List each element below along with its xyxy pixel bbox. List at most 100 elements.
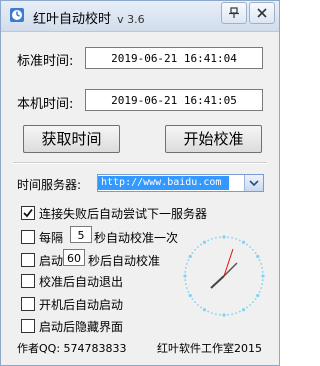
clock-tick (258, 259, 261, 262)
server-label: 时间服务器: (17, 178, 82, 192)
local-time-label: 本机时间: (17, 97, 74, 112)
standard-time-field[interactable]: 2019-06-21 16:41:04 (85, 47, 263, 69)
clock-tick (261, 279, 264, 281)
clock-tick (207, 310, 210, 313)
hide-ui-label: 启动后隐藏界面 (39, 320, 124, 334)
clock-tick (202, 240, 207, 244)
clock-tick (184, 279, 187, 281)
dropdown-button[interactable] (244, 175, 263, 191)
pin-button[interactable] (221, 2, 247, 24)
interval-prefix: 每隔 (39, 231, 64, 245)
clock-tick (222, 235, 226, 239)
interval-seconds-input[interactable]: 5 (70, 226, 92, 243)
clock-tick (188, 254, 192, 259)
clock-tick (184, 271, 187, 273)
exit-after-label: 校准后自动退出 (39, 275, 124, 289)
server-select[interactable]: http://www.baidu.com (97, 174, 264, 192)
clock-tick (249, 304, 251, 306)
hide-ui-checkbox[interactable] (21, 319, 35, 333)
clock-tick (207, 239, 210, 242)
clock-tick (260, 263, 262, 265)
clock-tick (254, 298, 257, 300)
clock-tick (227, 236, 229, 239)
hour-hand (210, 275, 225, 289)
clock-tick (191, 252, 194, 254)
clock-tick (186, 287, 188, 289)
fetch-time-button[interactable]: 获取时间 (23, 125, 120, 153)
clock-tick (219, 236, 221, 239)
title-bar[interactable]: 红叶自动校时 v 3.6 (1, 1, 279, 32)
clock-tick (238, 310, 241, 313)
startup-seconds-input[interactable]: 60 (63, 249, 85, 266)
clock-tick (258, 290, 261, 293)
author-qq: 作者QQ: 574783833 (17, 342, 127, 355)
clock-tick (188, 293, 192, 298)
window-title: 红叶自动校时 v 3.6 (33, 8, 145, 27)
startup-prefix: 启动 (39, 254, 64, 268)
clock-tick (256, 254, 260, 259)
clock-tick (238, 239, 241, 242)
clock-tick (194, 301, 196, 303)
clock-tick (202, 308, 207, 312)
clock-tick (231, 313, 234, 316)
clock-tick (187, 259, 190, 262)
interval-suffix: 秒自动校准一次 (94, 231, 179, 245)
clock-tick (222, 313, 226, 317)
clock-tick (200, 243, 202, 246)
clock-tick (211, 238, 213, 240)
clock-tick (249, 246, 251, 248)
autostart-checkbox[interactable] (21, 297, 35, 311)
clock-tick (227, 313, 229, 316)
clock-tick (184, 283, 187, 286)
failover-checkbox[interactable] (21, 206, 35, 220)
clock-tick (254, 252, 257, 254)
clock-tick (256, 293, 260, 298)
clock-tick (194, 249, 196, 251)
clock-tick (261, 274, 265, 278)
app-version: v 3.6 (117, 13, 145, 26)
clock-tick (231, 236, 234, 239)
divider (13, 162, 267, 164)
clock-tick (211, 312, 213, 314)
exit-after-checkbox[interactable] (21, 274, 35, 288)
startup-delay-checkbox[interactable] (21, 253, 35, 267)
start-calibrate-button[interactable]: 开始校准 (165, 125, 262, 153)
clock-tick (186, 263, 188, 265)
clock-tick (246, 243, 248, 246)
clock-tick (252, 301, 254, 303)
interval-checkbox[interactable] (21, 230, 35, 244)
clock-tick (219, 313, 221, 316)
app-window: 红叶自动校时 v 3.6 标准时间: 2019-06-21 16:41:04 本… (0, 0, 280, 366)
clock-icon (181, 233, 267, 322)
failover-label: 连接失败后自动尝试下一服务器 (39, 207, 208, 221)
clock-tick (235, 312, 237, 314)
close-button[interactable] (249, 2, 275, 24)
clock-tick (191, 298, 194, 300)
server-selected-value: http://www.baidu.com (98, 176, 229, 190)
clock-tick (183, 274, 187, 278)
clock-tick (261, 266, 264, 269)
clock-tick (187, 290, 190, 293)
app-icon (9, 7, 25, 23)
dropdown-arrow-icon (245, 180, 263, 194)
clock-tick (197, 246, 199, 248)
clock-tick (261, 271, 264, 273)
app-name: 红叶自动校时 (33, 12, 112, 27)
clock-tick (261, 283, 264, 286)
clock-tick (200, 306, 202, 309)
clock-tick (197, 304, 199, 306)
clock-tick (241, 240, 246, 244)
clock-tick (235, 238, 237, 240)
startup-suffix: 秒后自动校准 (88, 254, 161, 268)
studio-name: 红叶软件工作室2015 (157, 342, 262, 355)
clock-tick (241, 308, 246, 312)
clock-tick (214, 236, 217, 239)
clock-tick (252, 249, 254, 251)
clock-tick (260, 287, 262, 289)
local-time-field[interactable]: 2019-06-21 16:41:05 (85, 89, 263, 111)
clock-tick (184, 266, 187, 269)
clock-tick (246, 306, 248, 309)
autostart-label: 开机后自动启动 (39, 298, 124, 312)
standard-time-label: 标准时间: (17, 54, 74, 69)
clock-tick (214, 313, 217, 316)
